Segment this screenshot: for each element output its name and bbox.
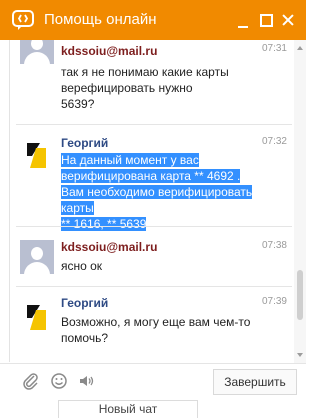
message-sender: Георгий	[61, 296, 109, 310]
agent-logo-icon	[27, 305, 46, 330]
message-text: так я не понимаю какие карты верефициров…	[61, 65, 229, 111]
message-time: 07:39	[261, 296, 287, 307]
message-divider	[16, 286, 292, 287]
chat-scrollbar[interactable]	[294, 40, 306, 363]
message-time: 07:32	[261, 136, 287, 147]
message-sender: kdssoiu@mail.ru	[61, 44, 158, 58]
message-time: 07:38	[261, 240, 287, 251]
speaker-icon[interactable]	[78, 372, 96, 390]
user-avatar-icon	[20, 240, 54, 274]
selected-text: На данный момент у вас верифицирована ка…	[61, 153, 253, 231]
new-chat-tab[interactable]: Новый чат	[58, 400, 198, 418]
scroll-down-icon[interactable]	[297, 353, 303, 357]
message-divider	[16, 226, 292, 227]
window-title: Помощь онлайн	[44, 11, 157, 28]
agent-logo-icon	[27, 143, 46, 168]
close-icon[interactable]	[281, 0, 297, 40]
paperclip-icon[interactable]	[22, 372, 40, 390]
chat-history[interactable]: kdssoiu@mail.ru 07:31 так я не понимаю к…	[9, 40, 293, 362]
message-time: 07:31	[261, 43, 287, 54]
message-text: ясно ок	[61, 259, 103, 273]
message-divider	[16, 124, 292, 125]
minimize-icon[interactable]	[236, 0, 252, 40]
message-sender: kdssoiu@mail.ru	[61, 240, 158, 254]
window-header: Помощь онлайн	[0, 0, 306, 40]
scroll-thumb[interactable]	[297, 270, 303, 320]
smile-icon[interactable]	[50, 372, 68, 390]
chat-bubble-icon	[12, 10, 34, 30]
user-avatar-icon	[20, 40, 54, 64]
message-text: На данный момент у вас верифицирована ка…	[61, 152, 283, 232]
message-sender: Георгий	[61, 136, 109, 150]
maximize-icon[interactable]	[259, 0, 275, 40]
scroll-up-icon[interactable]	[297, 46, 303, 50]
finish-chat-button[interactable]: Завершить	[213, 369, 297, 395]
message-text: Возможно, я могу еще вам чем-то помочь?	[61, 315, 251, 345]
